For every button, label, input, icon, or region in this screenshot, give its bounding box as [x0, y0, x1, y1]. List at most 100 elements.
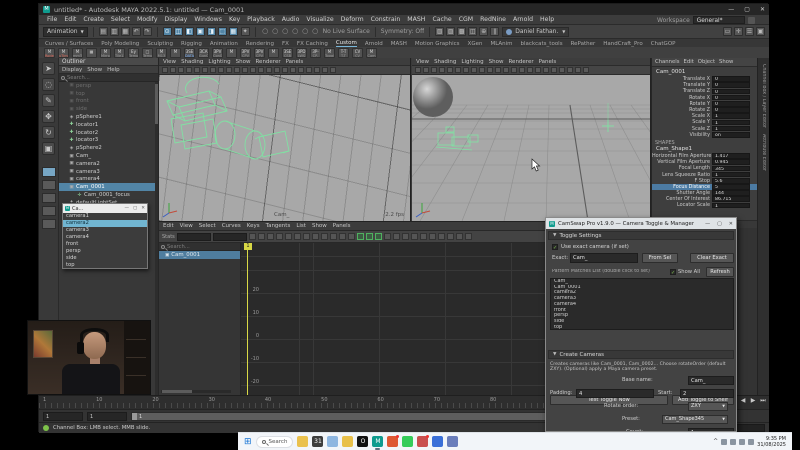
file-tool-icon[interactable]: ↷ — [142, 27, 152, 36]
shelf-button[interactable]: M Mirror — [100, 47, 111, 58]
snap-tool-icon[interactable]: ⬚ — [217, 27, 227, 36]
viewport-menu-item[interactable]: Panels — [286, 59, 304, 65]
menu-item[interactable]: Visualize — [306, 16, 333, 23]
shelf-button[interactable]: 3P- CP- — [310, 47, 321, 58]
file-tool-icon[interactable]: ▦ — [120, 27, 130, 36]
playhead-line[interactable] — [247, 243, 248, 395]
graph-editor-menu-item[interactable]: View — [180, 223, 193, 229]
graph-tool-icon[interactable] — [464, 233, 472, 240]
viewport-right[interactable]: View Shading Lighting Show Renderer Panels — [412, 58, 651, 221]
use-exact-checkbox[interactable]: ✓ — [552, 244, 558, 251]
snap-tool-icon[interactable]: ⊙ — [162, 27, 172, 36]
create-cameras-section[interactable]: ▼ Create Cameras — [548, 350, 734, 359]
taskbar-app-icon[interactable] — [387, 435, 400, 447]
taskbar-app-icon[interactable] — [402, 436, 414, 447]
viewport-toolbar-icon[interactable] — [258, 67, 264, 73]
viewport-left-canvas[interactable]: Cam_ 2.2 fps — [159, 75, 410, 221]
shelf-button[interactable]: 3PV CPV — [240, 47, 251, 58]
channel-row[interactable]: Rotate X 0 — [652, 95, 757, 101]
graph-tool-icon[interactable] — [401, 233, 409, 240]
viewport-toolbar-icon[interactable] — [471, 67, 477, 73]
viewport-right-canvas[interactable] — [412, 75, 650, 221]
shelf-button[interactable]: M Tile13 — [114, 47, 125, 58]
outliner-item[interactable]: ✚ locator3 — [59, 137, 156, 145]
maximize-button[interactable]: ▢ — [744, 6, 750, 13]
graph-tool-icon[interactable] — [383, 233, 391, 240]
graph-tool-icon[interactable] — [266, 233, 274, 240]
animation-start-field[interactable]: 1 — [43, 411, 83, 421]
render-option-icon[interactable]: ○ — [281, 27, 290, 36]
viewport-menu-item[interactable]: Renderer — [508, 59, 533, 65]
shelf-button[interactable]: T-T T-T — [338, 47, 349, 58]
layout-four-pane-button[interactable] — [41, 180, 56, 190]
symmetry-label[interactable]: Symmetry: Off — [381, 28, 424, 35]
outliner-menu-item[interactable]: Help — [107, 67, 120, 73]
graph-tool-icon[interactable] — [356, 233, 364, 240]
channel-row[interactable]: Horizontal Film Aperture 1.417 — [652, 153, 757, 159]
shelf-button[interactable]: M — [268, 47, 279, 58]
graph-tree-scrollbar[interactable] — [161, 390, 231, 393]
graph-tool-icon[interactable] — [275, 233, 283, 240]
workspace-dropdown[interactable]: General* — [692, 16, 745, 24]
menu-item[interactable]: Help — [540, 16, 554, 23]
camera-list-item[interactable]: side — [63, 255, 147, 262]
rotate-order-dropdown[interactable]: ZXY ▼ — [688, 401, 728, 411]
shelf-tab[interactable]: Custom — [335, 40, 357, 47]
outliner-item[interactable]: ▣ camera4 — [59, 176, 156, 184]
outliner-scrollbar[interactable] — [155, 82, 158, 395]
graph-tool-icon[interactable] — [302, 233, 310, 240]
viewport-toolbar-icon[interactable] — [178, 67, 184, 73]
viewport-left[interactable]: View Shading Lighting Show Renderer Panels — [159, 58, 411, 221]
chevron-up-icon[interactable]: ^ — [713, 438, 718, 445]
menu-item[interactable]: File — [47, 16, 57, 23]
sidebar-tab[interactable]: Channel Box / Layer Editor — [761, 64, 766, 128]
camera-list-item[interactable]: camera4 — [63, 234, 147, 241]
minimize-button[interactable]: — — [124, 206, 129, 211]
channel-row[interactable]: F Stop 5.6 — [652, 178, 757, 184]
shelf-button[interactable]: 3PD LWS — [296, 47, 307, 58]
viewport-toolbar-icon[interactable] — [511, 67, 517, 73]
shelf-button[interactable]: M — [226, 47, 237, 58]
snap-tool-icon[interactable]: ◧ — [184, 27, 194, 36]
graph-editor-menu-item[interactable]: Panels — [333, 223, 351, 229]
channel-row[interactable]: Vertical Film Aperture 0.945 — [652, 159, 757, 165]
graph-tool-icon[interactable] — [293, 233, 301, 240]
range-start-handle[interactable] — [132, 412, 137, 420]
taskbar-app-icon[interactable] — [327, 436, 339, 447]
pattern-match-item[interactable]: top — [551, 325, 733, 329]
graph-tool-icon[interactable] — [437, 233, 445, 240]
viewport-menu-item[interactable]: View — [416, 59, 429, 65]
channel-row[interactable]: Lens Squeeze Ratio 1 — [652, 171, 757, 178]
volume-icon[interactable] — [748, 438, 755, 445]
viewport-menu-item[interactable]: Show — [236, 59, 251, 65]
lock-icon[interactable] — [747, 16, 755, 24]
graph-search[interactable]: Search... — [159, 243, 240, 251]
render-option-icon[interactable]: ○ — [271, 27, 280, 36]
playback-button[interactable]: ◀ — [739, 397, 747, 405]
layout-custom-button[interactable] — [41, 219, 56, 229]
viewport-toolbar-icon[interactable] — [306, 67, 312, 73]
graph-tool-icon[interactable] — [347, 233, 355, 240]
channel-row[interactable]: Visibility on — [652, 132, 757, 138]
camera-list-item[interactable]: camera3 — [63, 227, 147, 234]
channel-row[interactable]: Translate Y 0 — [652, 82, 757, 88]
viewport-toolbar-icon[interactable] — [495, 67, 501, 73]
display-tool-icon[interactable]: ▨ — [446, 27, 456, 36]
shelf-button[interactable]: EyTempEy — [128, 47, 139, 58]
sidebar-tab[interactable]: Attribute Editor — [761, 134, 766, 171]
viewport-toolbar-icon[interactable] — [439, 67, 445, 73]
menu-item[interactable]: Modify — [137, 16, 158, 23]
snap-tool-icon[interactable]: ◨ — [206, 27, 216, 36]
viewport-toolbar-icon[interactable] — [266, 67, 272, 73]
viewport-toolbar-icon[interactable] — [242, 67, 248, 73]
menu-item[interactable]: MASH — [407, 16, 425, 23]
preset-dropdown[interactable]: Cam_Shape345 ▼ — [662, 414, 728, 424]
shelf-button[interactable]: 3PVConGo — [212, 47, 223, 58]
graph-tree-item[interactable]: ▣ Cam_0001 — [159, 251, 240, 259]
graph-tool-icon[interactable] — [284, 233, 292, 240]
outliner-menu-item[interactable]: Show — [87, 67, 102, 73]
menu-item[interactable]: Select — [111, 16, 130, 23]
sidebar-toggle-icon[interactable]: ▭ — [723, 27, 732, 36]
sidebar-toggle-icon[interactable]: ☰ — [745, 27, 754, 36]
graph-tool-icon[interactable] — [392, 233, 400, 240]
